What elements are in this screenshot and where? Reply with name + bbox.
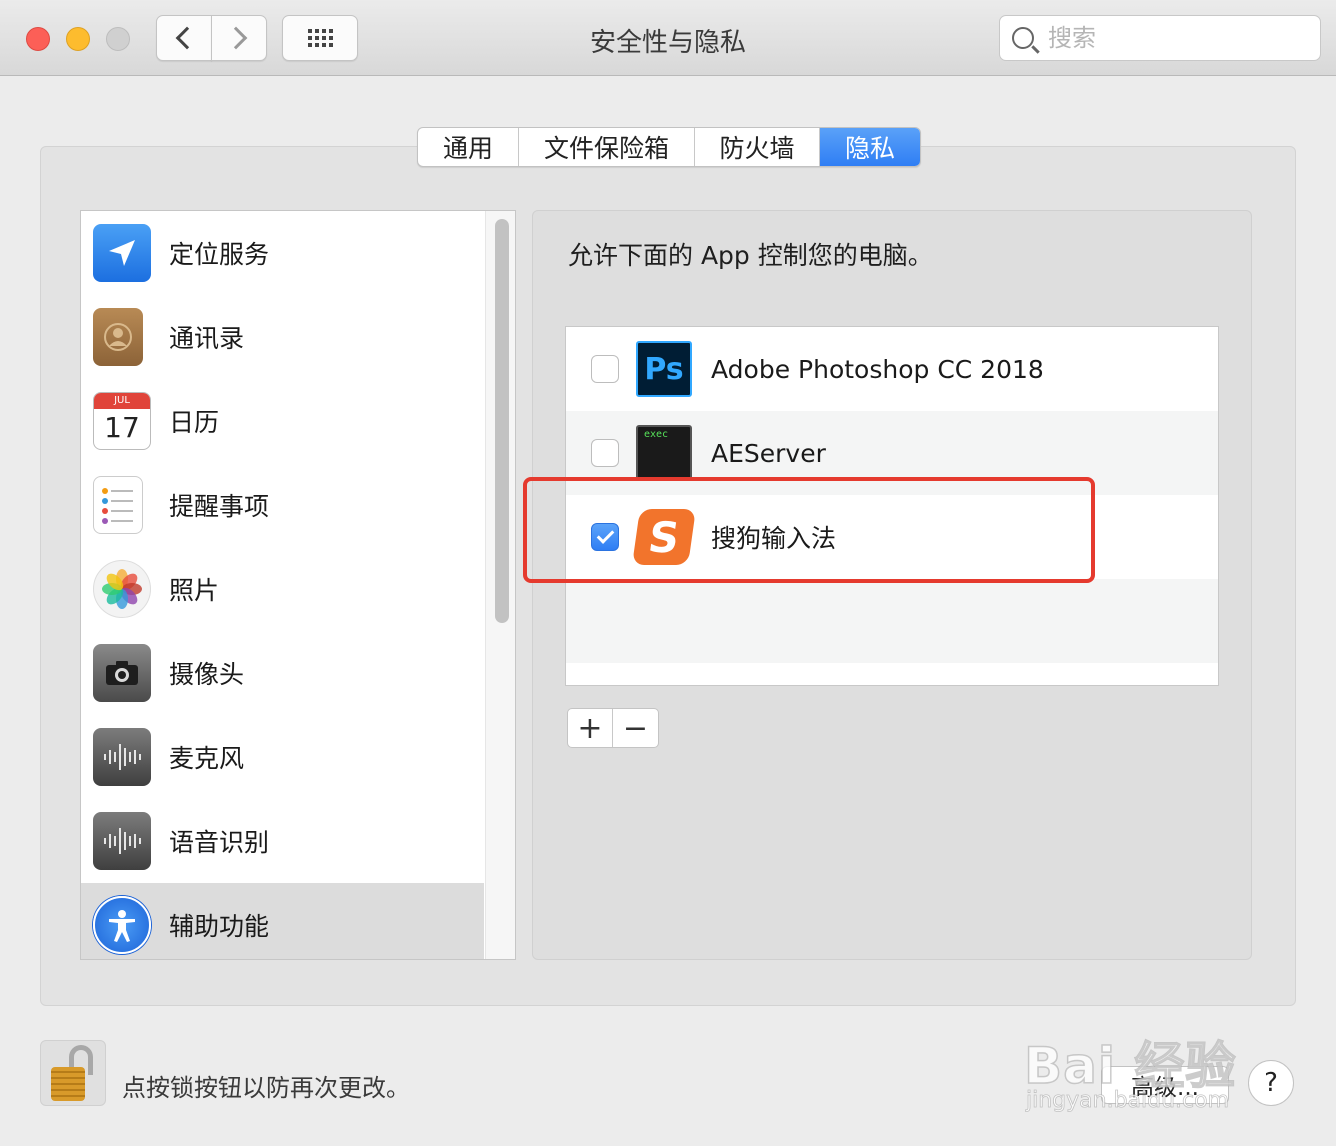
photoshop-app-icon: Ps bbox=[636, 341, 692, 397]
sidebar-item-label: 提醒事项 bbox=[169, 492, 270, 521]
sidebar-item-photos[interactable]: 照片 bbox=[81, 547, 484, 631]
sidebar-item-reminders[interactable]: 提醒事项 bbox=[81, 463, 484, 547]
camera-icon bbox=[93, 644, 151, 702]
app-row[interactable]: S 搜狗输入法 bbox=[566, 495, 1218, 579]
sidebar-item-microphone[interactable]: 麦克风 bbox=[81, 715, 484, 799]
sidebar-scrollbar[interactable] bbox=[485, 211, 515, 959]
tab-privacy[interactable]: 隐私 bbox=[820, 128, 920, 166]
app-checkbox[interactable] bbox=[591, 355, 619, 383]
add-app-button[interactable]: + bbox=[568, 709, 613, 747]
scrollbar-thumb[interactable] bbox=[495, 219, 509, 623]
sidebar-item-label: 定位服务 bbox=[169, 240, 270, 269]
watermark-url: jingyan.baidu.com bbox=[1026, 1088, 1230, 1114]
exec-label: exec bbox=[644, 429, 669, 440]
tab-firewall[interactable]: 防火墙 bbox=[695, 128, 820, 166]
calendar-icon: JUL 17 bbox=[93, 392, 151, 450]
reminders-list-icon bbox=[93, 476, 143, 534]
sidebar-item-label: 语音识别 bbox=[169, 828, 270, 857]
photos-flower-icon bbox=[93, 560, 151, 618]
app-row[interactable]: exec AEServer bbox=[566, 411, 1218, 495]
search-field[interactable] bbox=[999, 15, 1321, 61]
app-name: 搜狗输入法 bbox=[711, 524, 837, 553]
app-row[interactable]: Ps Adobe Photoshop CC 2018 bbox=[566, 327, 1218, 411]
sidebar-item-label: 辅助功能 bbox=[169, 912, 270, 941]
add-remove-control: + − bbox=[567, 708, 659, 748]
privacy-category-list[interactable]: 定位服务 通讯录 JUL 17 日历 提醒事项 照片 摄像头 麦克风 语音识别 … bbox=[80, 210, 516, 960]
sidebar-item-camera[interactable]: 摄像头 bbox=[81, 631, 484, 715]
lock-status-text: 点按锁按钮以防再次更改。 bbox=[122, 1074, 410, 1102]
title-bar: 安全性与隐私 bbox=[0, 0, 1336, 76]
app-checkbox[interactable] bbox=[591, 523, 619, 551]
sidebar-item-calendar[interactable]: JUL 17 日历 bbox=[81, 379, 484, 463]
app-name: Adobe Photoshop CC 2018 bbox=[711, 354, 1044, 384]
sidebar-item-location[interactable]: 定位服务 bbox=[81, 211, 484, 295]
sidebar-item-label: 通讯录 bbox=[169, 324, 245, 353]
panel-description: 允许下面的 App 控制您的电脑。 bbox=[568, 241, 933, 270]
contacts-book-icon bbox=[93, 308, 143, 366]
tab-filevault[interactable]: 文件保险箱 bbox=[519, 128, 695, 166]
tab-bar: 通用 文件保险箱 防火墙 隐私 bbox=[417, 127, 921, 167]
calendar-month: JUL bbox=[94, 393, 150, 409]
sidebar-item-label: 日历 bbox=[169, 408, 220, 437]
padlock-icon bbox=[51, 1067, 85, 1101]
app-list[interactable]: Ps Adobe Photoshop CC 2018 exec AEServer… bbox=[565, 326, 1219, 686]
sidebar-item-label: 照片 bbox=[169, 576, 220, 605]
terminal-exec-icon: exec bbox=[636, 425, 692, 481]
calendar-day: 17 bbox=[104, 411, 140, 444]
sidebar-item-accessibility[interactable]: 辅助功能 bbox=[81, 883, 484, 959]
sogou-app-icon: S bbox=[632, 509, 696, 565]
search-input[interactable] bbox=[1048, 24, 1298, 52]
checkmark-icon bbox=[596, 526, 614, 544]
speech-waveform-icon bbox=[93, 812, 151, 870]
lock-button[interactable] bbox=[40, 1040, 106, 1106]
sidebar-item-label: 麦克风 bbox=[169, 744, 245, 773]
sidebar-item-contacts[interactable]: 通讯录 bbox=[81, 295, 484, 379]
remove-app-button[interactable]: − bbox=[613, 709, 658, 747]
help-button[interactable]: ? bbox=[1248, 1060, 1294, 1106]
tab-general[interactable]: 通用 bbox=[418, 128, 519, 166]
empty-row bbox=[566, 579, 1218, 663]
search-icon bbox=[1012, 27, 1034, 49]
location-arrow-icon bbox=[93, 224, 151, 282]
microphone-waveform-icon bbox=[93, 728, 151, 786]
app-name: AEServer bbox=[711, 438, 826, 468]
app-checkbox[interactable] bbox=[591, 439, 619, 467]
sidebar-item-speech-recognition[interactable]: 语音识别 bbox=[81, 799, 484, 883]
accessibility-icon bbox=[93, 896, 151, 954]
sidebar-item-label: 摄像头 bbox=[169, 660, 245, 689]
